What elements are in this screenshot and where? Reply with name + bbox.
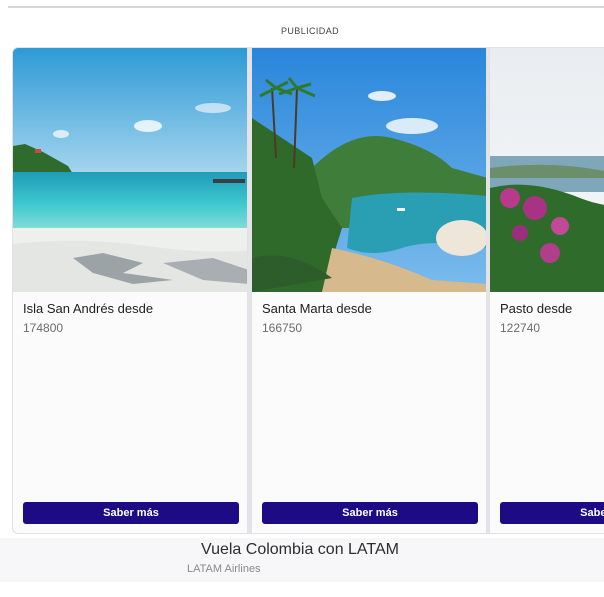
saber-mas-button[interactable]: Saber más bbox=[500, 502, 604, 524]
saber-mas-button[interactable]: Saber más bbox=[262, 502, 478, 524]
top-divider bbox=[8, 6, 604, 8]
carousel-card-pasto[interactable]: Pasto desde 122740 Saber más bbox=[489, 47, 604, 534]
advertiser-name: LATAM Airlines bbox=[187, 563, 261, 575]
saber-mas-button[interactable]: Saber más bbox=[23, 502, 239, 524]
ad-label: PUBLICIDAD bbox=[280, 26, 339, 36]
card-price: 166750 bbox=[262, 321, 303, 335]
card-price: 174800 bbox=[23, 321, 64, 335]
ad-footer[interactable]: Vuela Colombia con LATAM LATAM Airlines bbox=[0, 538, 604, 582]
card-title: Pasto desde bbox=[500, 301, 573, 316]
ad-carousel[interactable]: Isla San Andrés desde 174800 Saber más S… bbox=[12, 47, 604, 534]
carousel-card-santa-marta[interactable]: Santa Marta desde 166750 Saber más bbox=[251, 47, 487, 534]
card-title: Santa Marta desde bbox=[262, 301, 372, 316]
carousel-card-san-andres[interactable]: Isla San Andrés desde 174800 Saber más bbox=[12, 47, 248, 534]
card-title: Isla San Andrés desde bbox=[23, 301, 154, 316]
ad-headline[interactable]: Vuela Colombia con LATAM bbox=[0, 541, 600, 559]
card-price: 122740 bbox=[500, 321, 541, 335]
bay-image[interactable] bbox=[252, 48, 487, 292]
flowers-lake-image[interactable] bbox=[490, 48, 604, 292]
beach-image[interactable] bbox=[13, 48, 248, 292]
